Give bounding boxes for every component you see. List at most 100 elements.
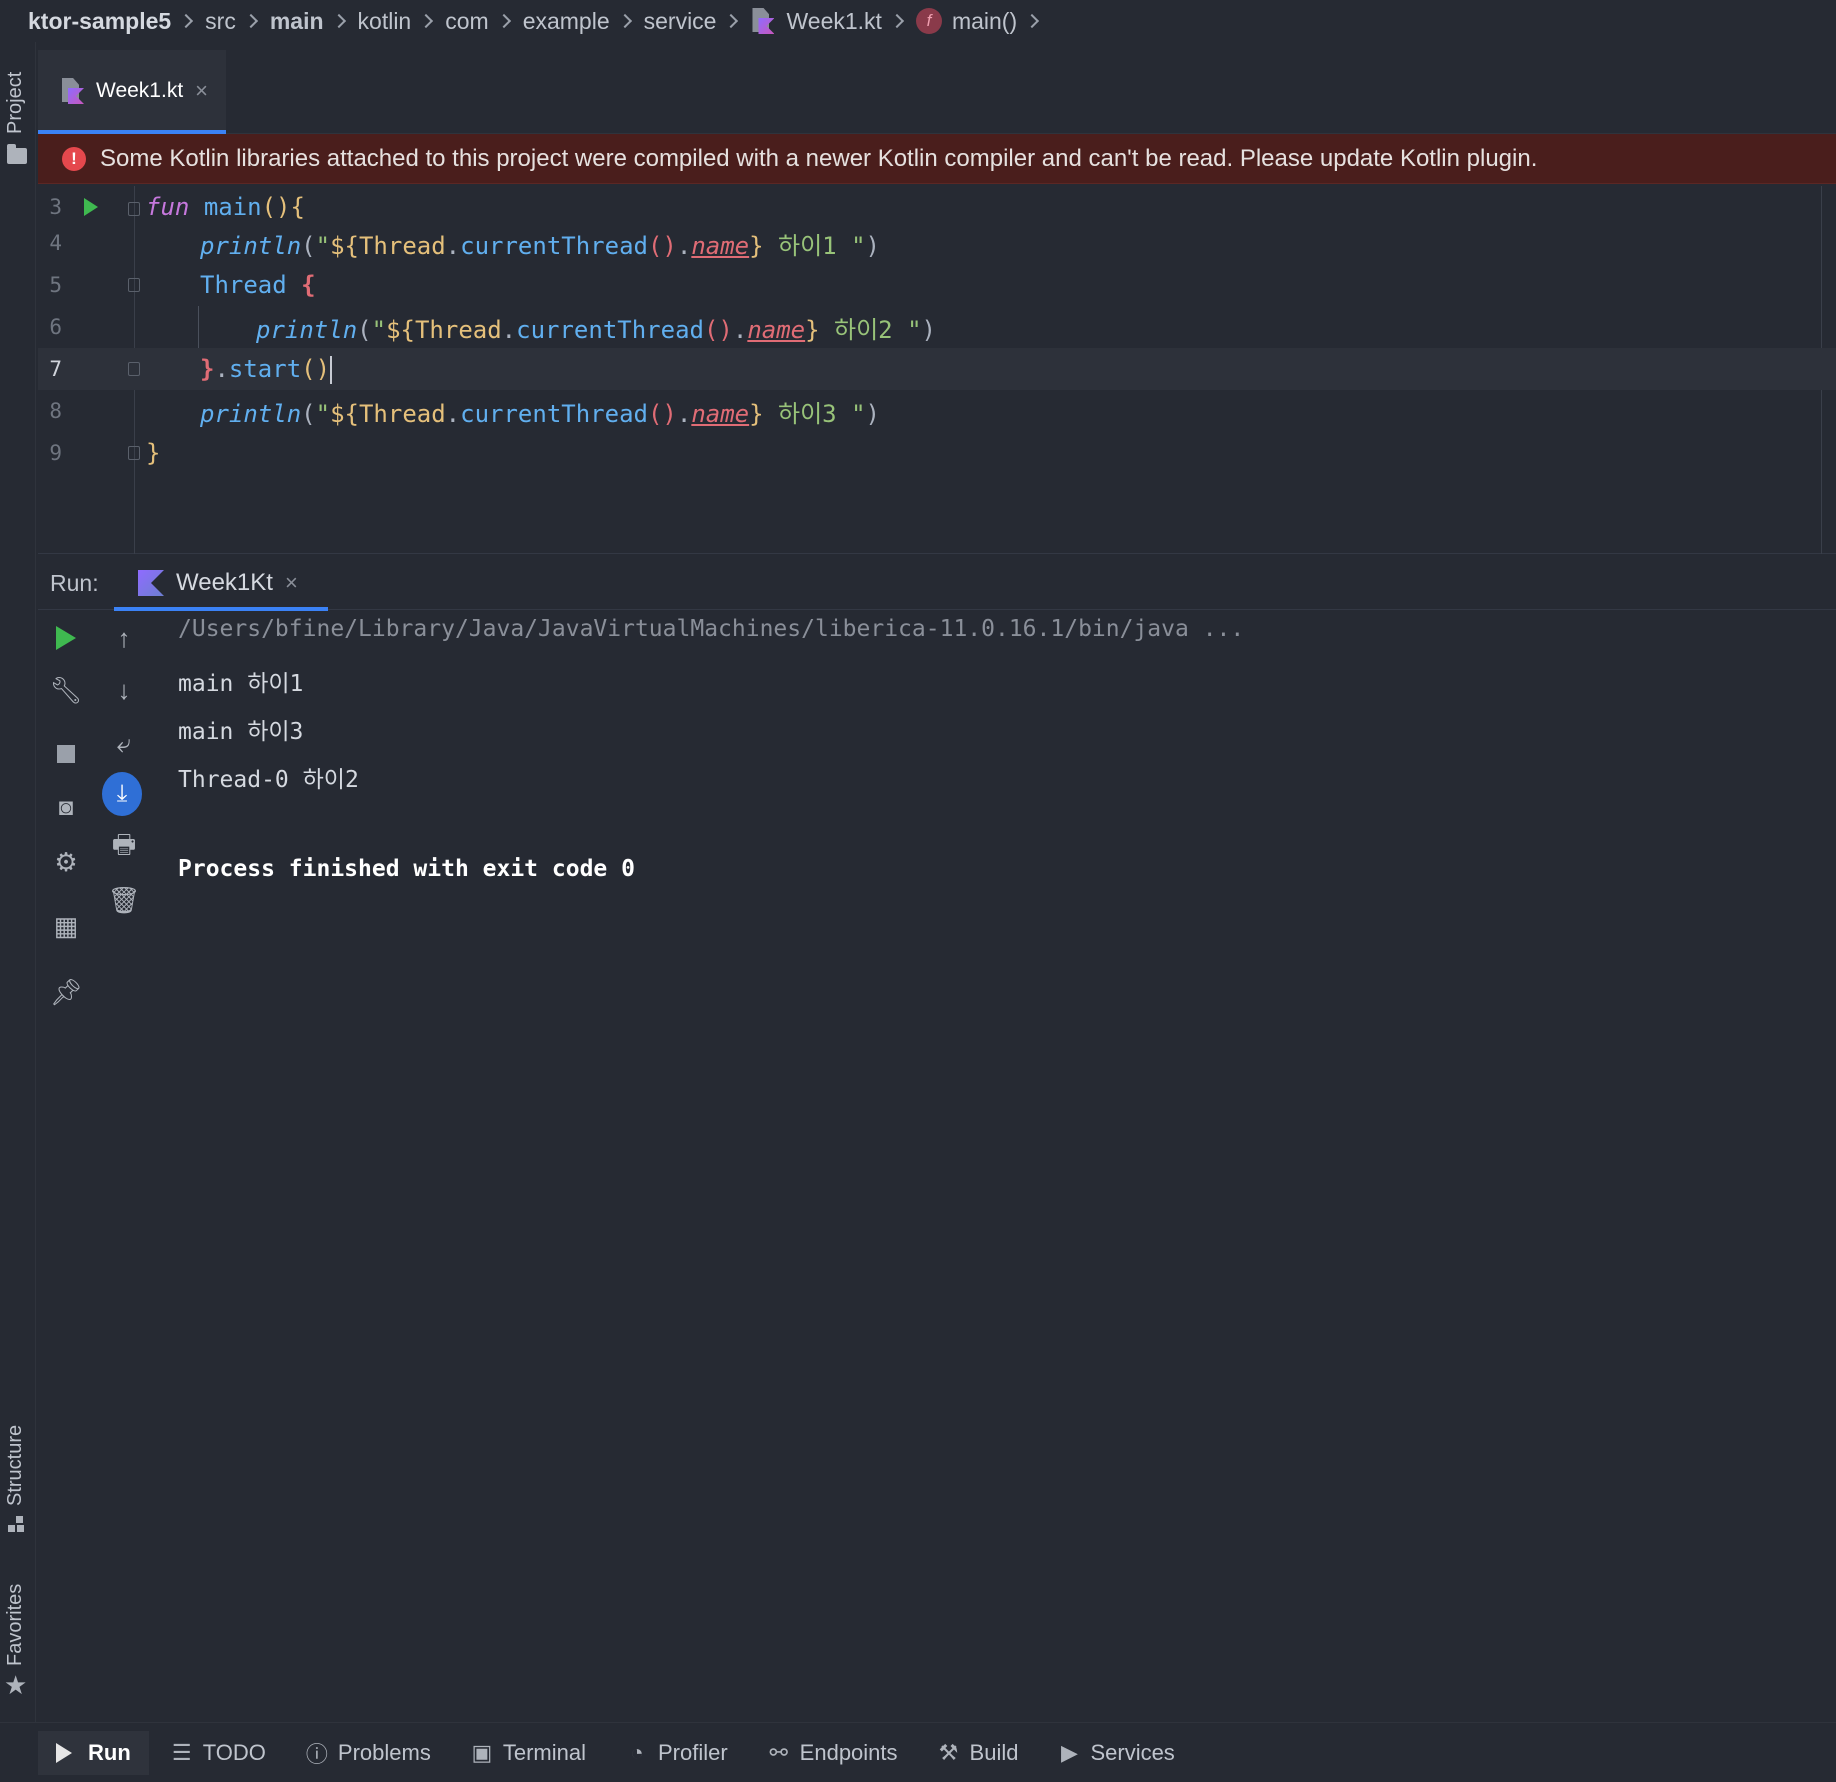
code-line[interactable]: 5 Thread { xyxy=(38,264,1836,306)
previous-occurrence-button[interactable]: ↑ xyxy=(104,618,144,658)
code-token: Thread xyxy=(358,231,446,260)
code-editor[interactable]: 3 fun main(){ 4 println("${Thread.curren… xyxy=(38,186,1836,554)
tool-window-run[interactable]: Run xyxy=(38,1730,149,1775)
tool-window-problems[interactable]: ⓘ Problems xyxy=(288,1731,449,1775)
breadcrumb-com[interactable]: com xyxy=(445,8,488,35)
tool-window-build[interactable]: ⚒ Build xyxy=(920,1731,1037,1775)
structure-icon[interactable] xyxy=(8,1516,26,1534)
arrow-down-icon: ↓ xyxy=(117,674,131,705)
editor-tab-bar: Week1.kt × xyxy=(38,50,1836,134)
next-occurrence-button[interactable]: ↓ xyxy=(104,670,144,710)
code-token: name xyxy=(691,399,750,428)
code-line[interactable]: 9 } xyxy=(38,432,1836,474)
fold-marker-icon[interactable] xyxy=(128,446,140,460)
breadcrumb-file-label: Week1.kt xyxy=(786,7,882,34)
function-icon: f xyxy=(915,8,942,34)
breadcrumb-example[interactable]: example xyxy=(523,8,610,35)
breadcrumb-project[interactable]: ktor-sample5 xyxy=(28,8,171,35)
favorites-tool-tab[interactable]: Favorites xyxy=(4,1584,27,1666)
settings-button[interactable]: 🔧︎ xyxy=(46,670,86,710)
code-line[interactable]: 6 println("${Thread.currentThread().name… xyxy=(38,306,1836,348)
tool-window-endpoints[interactable]: ⚯ Endpoints xyxy=(750,1731,916,1775)
banner-message: Some Kotlin libraries attached to this p… xyxy=(100,144,1538,172)
fold-marker-icon[interactable] xyxy=(128,362,140,376)
text-caret xyxy=(330,355,333,384)
project-tool-tab[interactable]: Project xyxy=(4,72,27,134)
breadcrumb-function[interactable]: f main() xyxy=(915,7,1018,35)
code-token: currentThread xyxy=(516,315,704,344)
scroll-to-end-button[interactable]: ⤓ xyxy=(102,772,142,816)
left-tool-stripe: Project Structure Favorites ★ xyxy=(0,42,36,1722)
info-icon: ⓘ xyxy=(305,1741,328,1767)
pin-icon: 📌︎ xyxy=(49,976,83,1007)
kotlin-version-warning-banner: ! Some Kotlin libraries attached to this… xyxy=(38,134,1836,184)
camera-icon: ◙ xyxy=(58,794,74,821)
tool-window-services[interactable]: ▶ Services xyxy=(1040,1731,1192,1775)
breadcrumb-kotlin[interactable]: kotlin xyxy=(358,8,412,35)
code-line[interactable]: 8 println("${Thread.currentThread().name… xyxy=(38,390,1836,432)
line-number: 8 xyxy=(49,399,62,423)
code-token: 하이1 xyxy=(763,231,852,260)
tool-window-profiler[interactable]: ◔ Profiler xyxy=(608,1731,746,1775)
debug-settings-button[interactable]: ⚙ xyxy=(46,842,86,882)
code-token: name xyxy=(747,315,806,344)
code-token: currentThread xyxy=(460,231,648,260)
stop-icon xyxy=(57,745,75,763)
chevron-right-icon xyxy=(1025,13,1040,29)
play-icon xyxy=(56,1742,72,1763)
print-button[interactable]: 🖶 xyxy=(104,828,144,868)
soft-wrap-icon: ⤶ xyxy=(116,728,132,758)
gear-icon: ⚙ xyxy=(54,846,78,877)
folder-icon[interactable] xyxy=(7,144,27,164)
console-line: main 하이3 xyxy=(178,719,304,745)
pin-tab-button[interactable]: 📌︎ xyxy=(46,972,86,1012)
rerun-button[interactable] xyxy=(46,618,86,658)
chevron-right-icon xyxy=(331,13,346,29)
tool-window-terminal[interactable]: ▣ Terminal xyxy=(453,1731,604,1775)
tool-window-todo[interactable]: ☰ TODO xyxy=(153,1731,284,1775)
close-icon[interactable]: × xyxy=(195,78,208,104)
star-icon[interactable]: ★ xyxy=(4,1670,27,1701)
list-icon: ☰ xyxy=(171,1739,192,1765)
endpoints-icon: ⚯ xyxy=(769,1739,788,1765)
printer-icon: 🖶 xyxy=(111,829,137,859)
code-token: main xyxy=(203,193,262,221)
tool-window-label: Services xyxy=(1090,1739,1175,1765)
console-command-line[interactable]: /Users/bfine/Library/Java/JavaVirtualMac… xyxy=(178,616,1244,642)
breadcrumb-file[interactable]: Week1.kt xyxy=(750,7,882,35)
code-line[interactable]: 4 println("${Thread.currentThread().name… xyxy=(38,222,1836,264)
dump-threads-button[interactable]: ◙ xyxy=(46,788,86,828)
run-panel-header: Run: Week1Kt × xyxy=(38,556,1836,611)
stop-button[interactable] xyxy=(46,734,86,774)
tool-window-label: TODO xyxy=(202,1739,266,1765)
code-token: currentThread xyxy=(460,399,648,428)
tab-week1-kt[interactable]: Week1.kt × xyxy=(38,50,226,134)
code-line-current[interactable]: 7 }.start() xyxy=(38,348,1836,390)
layout-button[interactable]: ▦ xyxy=(46,906,86,946)
error-icon: ! xyxy=(62,146,86,171)
breadcrumb-service[interactable]: service xyxy=(644,8,717,35)
breadcrumb: ktor-sample5 src main kotlin com example… xyxy=(0,0,1836,42)
fold-marker-icon[interactable] xyxy=(128,278,140,292)
scroll-to-end-icon: ⤓ xyxy=(102,772,142,816)
tool-window-label: Terminal xyxy=(502,1739,586,1765)
run-gutter-icon[interactable] xyxy=(84,198,98,216)
code-token: start xyxy=(228,354,302,383)
close-icon[interactable]: × xyxy=(285,570,298,596)
run-tab-week1kt[interactable]: Week1Kt × xyxy=(114,556,328,611)
play-icon xyxy=(56,626,76,650)
breadcrumb-src[interactable]: src xyxy=(205,8,236,35)
code-token: name xyxy=(691,231,750,260)
clear-all-button[interactable]: 🗑︎ xyxy=(104,880,144,920)
breadcrumb-main[interactable]: main xyxy=(270,8,324,35)
breadcrumb-function-label: main() xyxy=(951,7,1018,34)
code-token: println xyxy=(256,315,358,344)
line-number: 9 xyxy=(49,441,62,465)
soft-wrap-button[interactable]: ⤶ xyxy=(104,724,144,764)
fold-marker-icon[interactable] xyxy=(128,202,140,216)
structure-tool-tab[interactable]: Structure xyxy=(4,1425,27,1506)
code-token: Thread xyxy=(414,315,502,344)
trash-icon: 🗑︎ xyxy=(107,884,141,915)
run-panel-label: Run: xyxy=(50,570,99,596)
chevron-right-icon xyxy=(889,13,905,29)
